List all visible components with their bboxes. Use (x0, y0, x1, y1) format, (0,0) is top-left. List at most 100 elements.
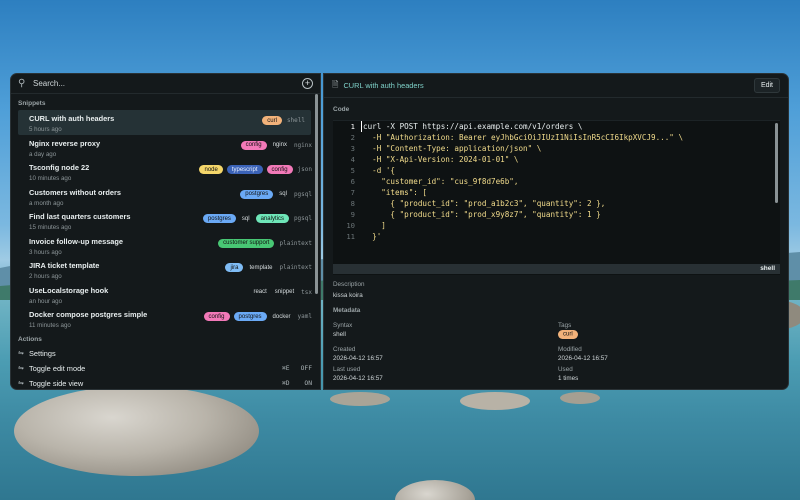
document-icon: 🗎 (332, 79, 339, 89)
line-number: 1 (350, 122, 355, 131)
line-number: 8 (350, 199, 355, 208)
snippet-timestamp: 10 minutes ago (29, 175, 72, 182)
syntax-value: shell (333, 331, 346, 338)
last-used-value: 2026-04-12 16:57 (333, 375, 383, 382)
tag-badge[interactable]: postgres (240, 189, 274, 199)
snippet-list-item[interactable]: Find last quarters customers 15 minutes a… (11, 208, 320, 233)
snippet-list-item[interactable]: Nginx reverse proxy a day ago config nginx n… (11, 135, 320, 160)
snippet-language: pgsql (293, 215, 312, 222)
snippet-list-item[interactable]: UseLocalstorage hook an hour ago react snip… (11, 282, 320, 307)
snippet-list-item[interactable]: Docker compose postgres simple 11 minutes… (11, 306, 320, 331)
tag-badge[interactable]: customer support (218, 238, 275, 248)
actions-section-label: Actions (18, 336, 42, 343)
created-value: 2026-04-12 16:57 (333, 355, 383, 362)
snippet-timestamp: 5 hours ago (29, 126, 62, 133)
snippet-tags: curl shell (262, 116, 305, 125)
snippet-language: nginx (293, 141, 312, 149)
tag-badge[interactable]: docker (271, 312, 293, 321)
code-line: -d '{ (363, 166, 396, 175)
line-number: 2 (350, 133, 355, 142)
snippet-list-item[interactable]: Tsconfig node 22 10 minutes ago node typesc… (11, 159, 320, 184)
code-line: { "product_id": "prod_a1b2c3", "quantity… (363, 199, 606, 208)
snippet-language: plaintext (279, 264, 312, 271)
tag-badge[interactable]: analytics (255, 214, 289, 223)
search-icon: ⚲ (18, 78, 26, 89)
code-line: }' (363, 232, 382, 241)
snippet-timestamp: a day ago (29, 150, 57, 158)
metadata-label: Metadata (333, 307, 361, 314)
snippet-timestamp: 2 hours ago (29, 273, 62, 280)
snippet-tags: jira template plaintext (225, 263, 312, 272)
snippet-tags: postgres sql analytics pgsql (202, 214, 312, 223)
snippet-list-item[interactable]: CURL with auth headers 5 hours ago curl she… (18, 110, 311, 135)
snippet-list-panel: ⚲ + Snippets CURL with auth headers5 hou… (10, 73, 321, 390)
settings-action[interactable]: ⇋ Settings (18, 346, 312, 360)
tag-badge[interactable]: nginx (271, 141, 289, 150)
code-line: -H "Authorization: Bearer eyJhbGciOiJIUz… (363, 133, 684, 142)
snippet-list-item[interactable]: JIRA ticket template 2 hours ago jira templ… (11, 257, 320, 282)
code-line: curl -X POST https://api.example.com/v1/… (363, 122, 583, 131)
code-editor[interactable]: 1 2 3 4 5 6 7 8 9 10 11 curl -X POST https://api.e… (333, 120, 780, 275)
edit-button[interactable]: Edit (753, 78, 780, 93)
tag-badge[interactable]: curl (262, 116, 282, 125)
shortcut-hint: ⌘E OFF (282, 364, 312, 372)
tag-badge[interactable]: react (251, 288, 268, 297)
modified-label: Modified (558, 346, 582, 353)
snippet-timestamp: 15 minutes ago (29, 224, 72, 231)
code-line: -H "Content-Type: application/json" \ (363, 144, 542, 153)
used-label: Used (558, 366, 573, 373)
code-language-bar: shell (333, 264, 780, 274)
tag-badge[interactable]: sql (240, 214, 252, 223)
code-scrollbar[interactable] (775, 123, 778, 203)
snippet-tags: config nginx nginx (240, 140, 312, 150)
sliders-icon: ⇋ (18, 380, 24, 387)
search-bar: ⚲ + (11, 74, 320, 94)
line-number: 6 (350, 177, 355, 186)
search-input[interactable] (33, 79, 302, 88)
snippet-list-item[interactable]: Customers without orders a month ago postg… (11, 184, 320, 209)
background-rock (560, 392, 600, 404)
detail-tag[interactable]: curl (558, 329, 578, 339)
tags-label: Tags (558, 322, 572, 329)
snippet-tags: customer support plaintext (218, 238, 312, 248)
detail-header: 🗎 CURL with auth headers Edit (324, 74, 788, 98)
toggle-edit-mode-action[interactable]: ⇋ Toggle edit mode ⌘E OFF (18, 361, 312, 375)
snippet-language: tsx (301, 288, 312, 296)
snippet-tags: config postgres docker yaml (203, 312, 312, 321)
text-cursor (361, 121, 362, 132)
line-number: 10 (346, 221, 355, 230)
tag-badge[interactable]: postgres (202, 214, 236, 223)
snippet-timestamp: 11 minutes ago (29, 322, 71, 329)
line-number: 3 (350, 144, 355, 153)
created-label: Created (333, 346, 356, 353)
detail-title: CURL with auth headers (343, 81, 424, 90)
code-section-label: Code (333, 106, 350, 113)
snippet-timestamp: an hour ago (29, 297, 63, 305)
tag-badge[interactable]: postgres (233, 312, 267, 321)
line-number: 4 (350, 155, 355, 164)
tag-badge[interactable]: config (240, 140, 267, 150)
tag-badge[interactable]: config (203, 312, 230, 321)
used-value: 1 times (558, 375, 579, 382)
add-snippet-button[interactable]: + (302, 78, 313, 89)
tag-badge[interactable]: sql (277, 190, 289, 199)
line-number-gutter: 1 2 3 4 5 6 7 8 9 10 11 (333, 121, 359, 242)
tag-badge[interactable]: typescript (226, 165, 263, 174)
snippet-list-item[interactable]: Invoice follow-up message 3 hours ago cust… (11, 233, 320, 258)
description-value: kissa koira (333, 292, 363, 299)
code-content[interactable]: curl -X POST https://api.example.com/v1/… (363, 121, 683, 242)
code-line: -H "X-Api-Version: 2024-01-01" \ (363, 155, 519, 164)
snippet-list-scrollbar[interactable] (315, 94, 318, 294)
modified-value: 2026-04-12 16:57 (558, 355, 608, 362)
snippet-language: shell (286, 117, 305, 124)
toggle-side-view-action[interactable]: ⇋ Toggle side view ⌘D ON (18, 376, 312, 390)
snippet-tags: node typescript config json (199, 165, 312, 174)
tag-badge[interactable]: config (266, 165, 293, 174)
sliders-icon: ⇋ (18, 365, 24, 372)
tag-badge[interactable]: snippet (273, 288, 296, 297)
snippets-section-label: Snippets (18, 100, 46, 107)
tag-badge[interactable]: node (199, 165, 223, 174)
tag-badge[interactable]: jira (225, 263, 244, 272)
snippet-language: json (297, 166, 312, 173)
tag-badge[interactable]: template (247, 263, 274, 272)
